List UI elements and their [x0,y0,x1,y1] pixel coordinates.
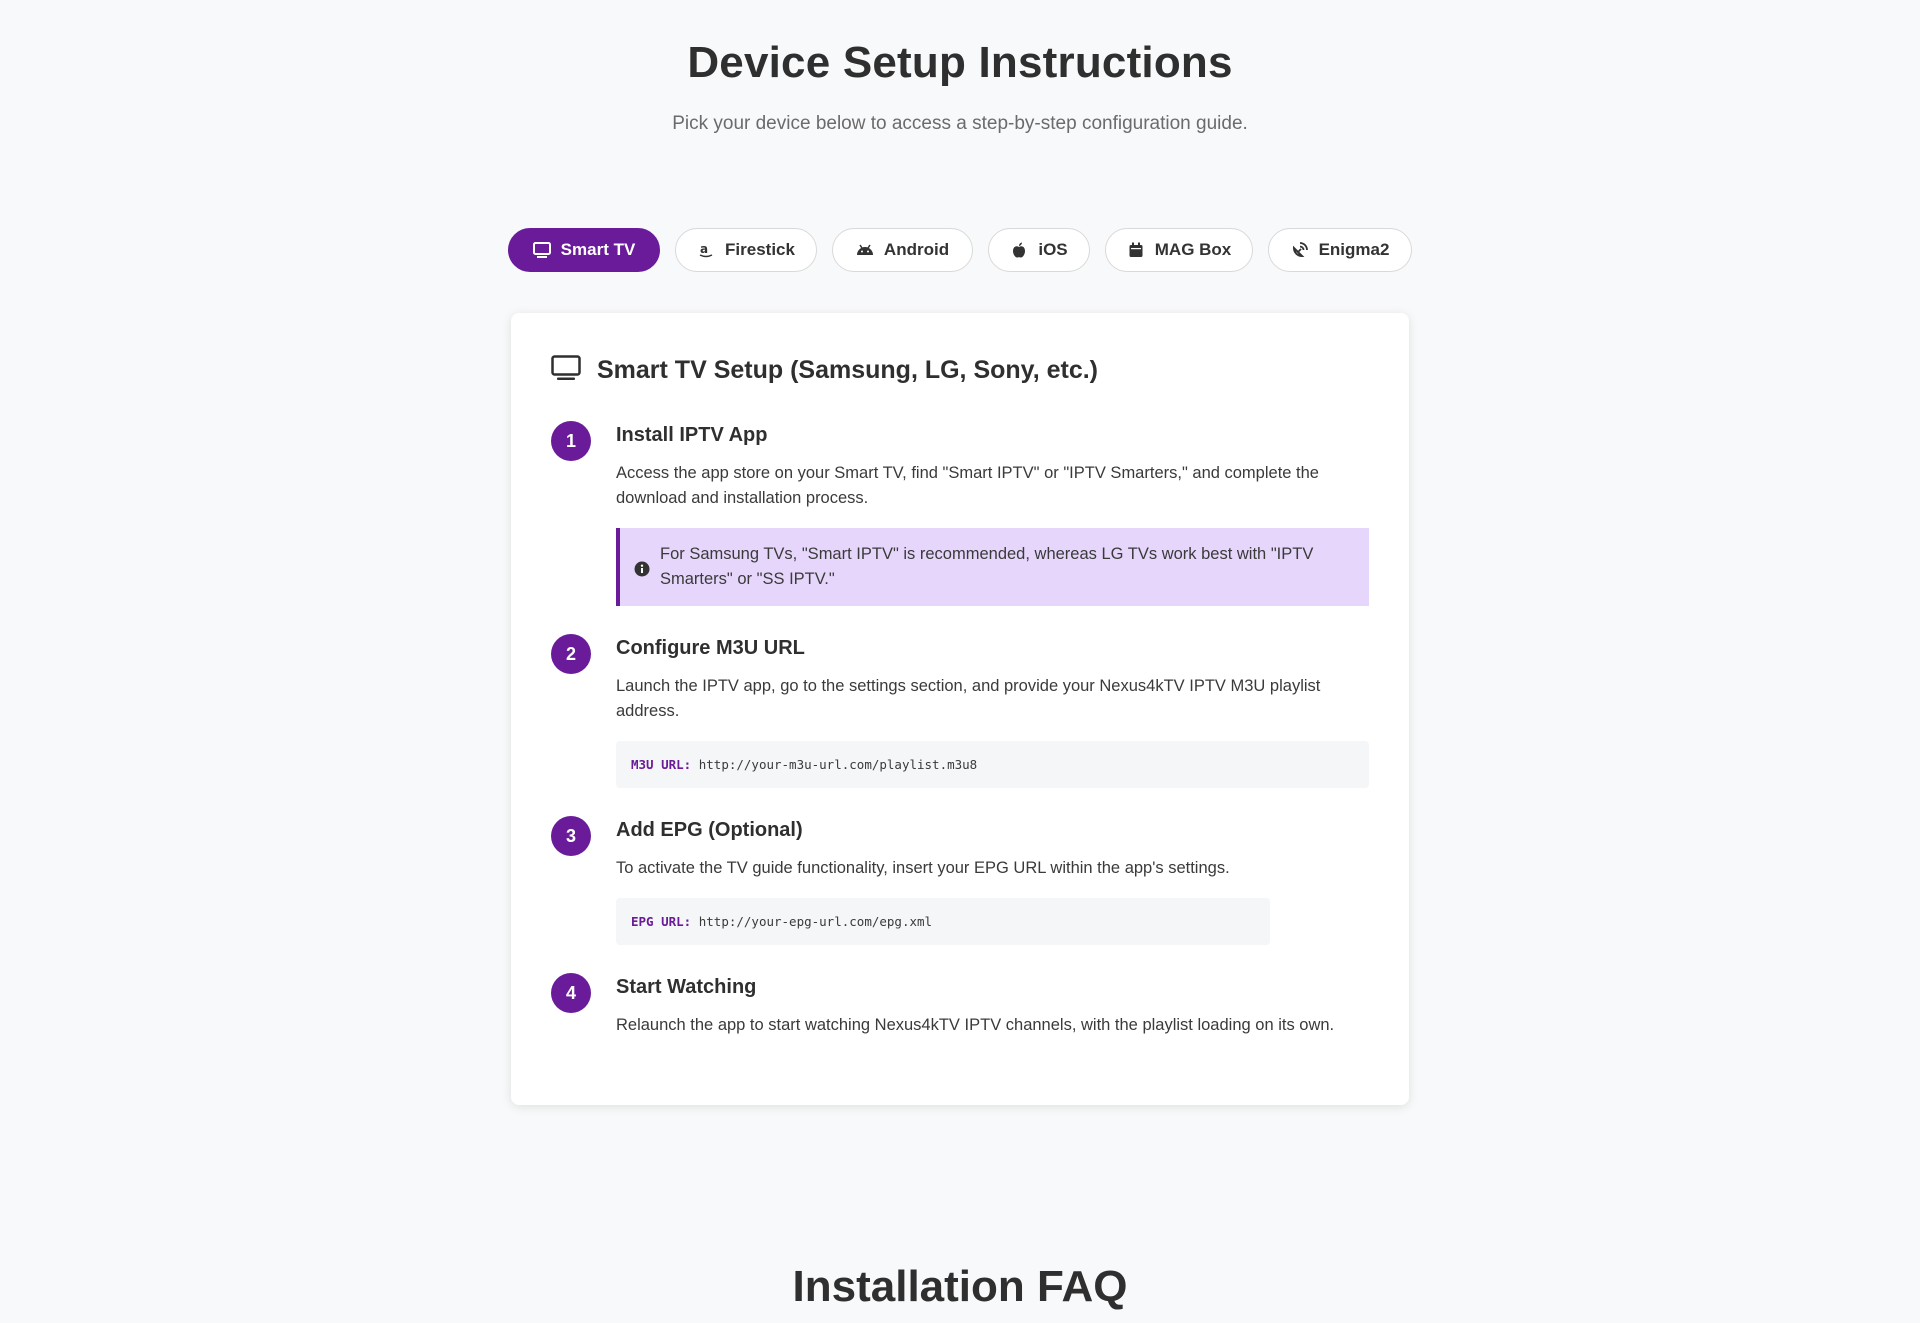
step-description: Access the app store on your Smart TV, f… [616,464,1319,507]
code-label: M3U URL: [631,757,692,772]
satellite-dish-icon [1291,241,1309,259]
code-value: http://your-epg-url.com/epg.xml [698,914,933,929]
step-number: 2 [551,634,591,674]
svg-text:a: a [700,242,708,256]
device-tabs: Smart TV a Firestick Android iOS MAG Box [508,228,1412,272]
tab-label: Android [883,240,950,259]
note-text: For Samsung TVs, "Smart IPTV" is recomme… [660,545,1314,588]
tab-ios[interactable]: iOS [988,228,1090,272]
card-title: Smart TV Setup (Samsung, LG, Sony, etc.) [597,356,1099,384]
tab-mag-box[interactable]: MAG Box [1105,228,1253,272]
page-title: Device Setup Instructions [687,38,1233,87]
tip-note: For Samsung TVs, "Smart IPTV" is recomme… [616,528,1369,606]
code-label: EPG URL: [631,914,692,929]
tv-icon [551,355,581,386]
page-subtitle: Pick your device below to access a step-… [672,113,1248,134]
tab-android[interactable]: Android [832,228,973,272]
step-title: Install IPTV App [616,424,768,446]
tab-enigma2[interactable]: Enigma2 [1268,228,1412,272]
android-icon [856,241,874,259]
box-icon [1127,241,1145,259]
tab-firestick[interactable]: a Firestick [675,228,817,272]
m3u-url-code[interactable]: M3U URL: http://your-m3u-url.com/playlis… [616,741,1369,788]
step-title: Add EPG (Optional) [616,819,803,841]
step-number: 3 [551,816,591,856]
tab-label: MAG Box [1154,240,1232,259]
tv-icon [532,241,551,259]
tab-label: Enigma2 [1318,240,1390,259]
setup-card: Smart TV Setup (Samsung, LG, Sony, etc.)… [511,313,1409,1105]
code-value: http://your-m3u-url.com/playlist.m3u8 [698,757,978,772]
step-title: Configure M3U URL [616,637,805,659]
step-number: 4 [551,973,591,1013]
tab-label: iOS [1038,240,1068,259]
apple-icon [1010,241,1028,259]
tab-label: Smart TV [560,240,636,259]
page: Device Setup Instructions Pick your devi… [0,0,1920,1323]
tab-label: Firestick [725,240,795,259]
step-description: Relaunch the app to start watching Nexus… [616,1016,1335,1034]
card-header: Smart TV Setup (Samsung, LG, Sony, etc.) [551,355,1098,386]
epg-url-code[interactable]: EPG URL: http://your-epg-url.com/epg.xml [616,898,1270,945]
step-number: 1 [551,421,591,461]
step-title: Start Watching [616,976,757,998]
amazon-icon: a [697,241,715,259]
info-icon [634,560,650,577]
step-description: To activate the TV guide functionality, … [616,859,1230,877]
faq-title: Installation FAQ [792,1262,1128,1311]
step-description: Launch the IPTV app, go to the settings … [616,677,1321,720]
tab-smart-tv[interactable]: Smart TV [508,228,660,272]
